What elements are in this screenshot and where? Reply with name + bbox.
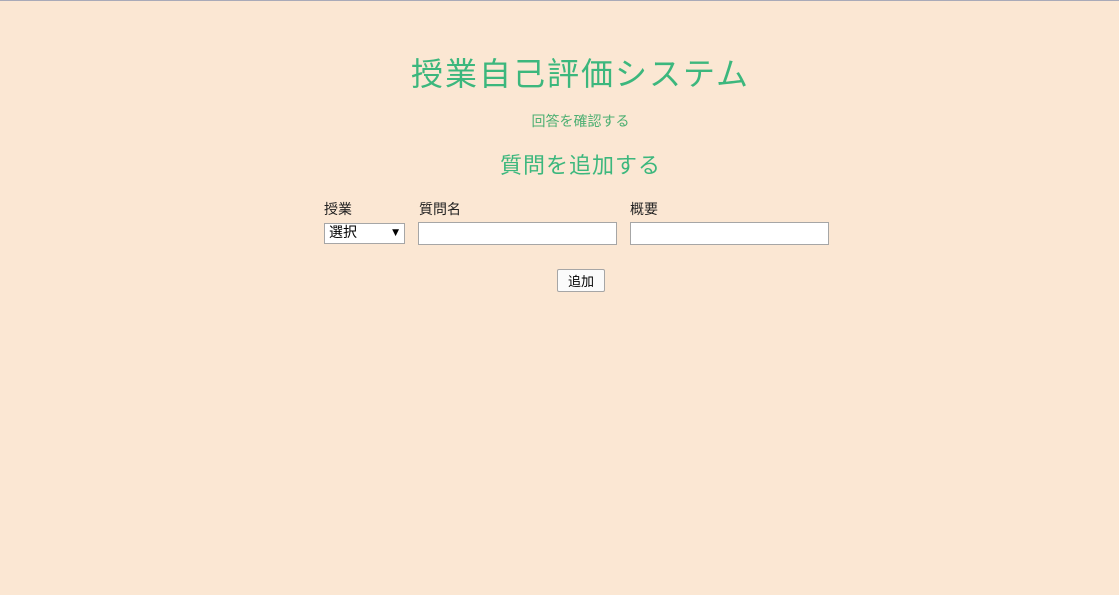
- question-name-input[interactable]: [418, 222, 617, 245]
- add-button[interactable]: 追加: [557, 269, 605, 292]
- summary-input[interactable]: [630, 222, 829, 245]
- question-name-label: 質問名: [419, 202, 461, 218]
- page-title: 授業自己評価システム: [410, 55, 751, 93]
- class-label: 授業: [324, 202, 352, 218]
- view-answers-link[interactable]: 回答を確認する: [0, 111, 1119, 131]
- class-select[interactable]: 選択 ▼: [324, 223, 405, 244]
- add-question-heading: 質問を追加する: [499, 154, 661, 179]
- class-select-value: 選択: [329, 225, 357, 241]
- dropdown-arrow-icon: ▼: [392, 228, 399, 238]
- summary-label: 概要: [630, 202, 658, 218]
